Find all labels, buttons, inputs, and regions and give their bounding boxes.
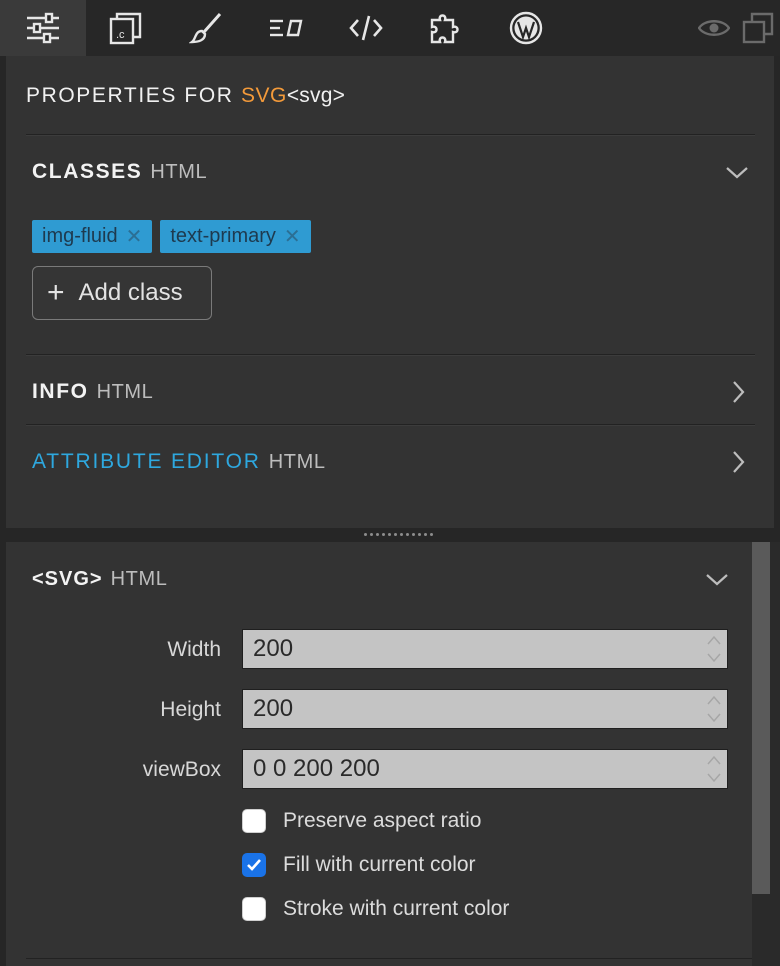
viewbox-label: viewBox [142, 758, 221, 781]
preserve-aspect-ratio-option[interactable]: Preserve aspect ratio [242, 809, 481, 833]
plus-icon: + [47, 276, 65, 309]
chevron-right-icon[interactable] [725, 449, 751, 475]
chevron-down-icon[interactable] [704, 566, 730, 592]
grip-dots-icon [364, 533, 433, 536]
classes-subtitle: HTML [150, 161, 208, 183]
add-class-label: Add class [78, 279, 183, 306]
class-tag-label: img-fluid [42, 225, 118, 247]
svg-text:.c: .c [116, 29, 125, 41]
checkmark-icon [247, 859, 261, 871]
checkbox-label: Preserve aspect ratio [283, 809, 482, 832]
divider [26, 424, 755, 426]
width-field[interactable] [242, 629, 728, 669]
chevron-right-icon[interactable] [725, 379, 751, 405]
classes-section-header[interactable]: CLASSES HTML [32, 160, 207, 184]
remove-tag-icon[interactable]: ✕ [284, 224, 301, 249]
checkbox-label: Fill with current color [283, 853, 476, 876]
attribute-editor-subtitle: HTML [268, 451, 326, 473]
panel-frame-right [774, 56, 780, 528]
divider [26, 354, 755, 356]
remove-tag-icon[interactable]: ✕ [126, 224, 143, 249]
viewbox-input[interactable] [243, 750, 683, 788]
attribute-editor-title: ATTRIBUTE EDITOR [32, 450, 261, 473]
svg-section-title: <SVG> [32, 568, 103, 590]
scrollbar-thumb[interactable] [752, 542, 770, 894]
class-tag-label: text-primary [170, 225, 276, 247]
element-name: SVG [240, 84, 287, 107]
add-class-button[interactable]: + Add class [32, 266, 212, 320]
code-icon[interactable] [326, 0, 406, 56]
class-tag-list: img-fluid ✕ text-primary ✕ [32, 220, 311, 253]
properties-panel: .c PROPERTIES FOR SVG<svg> CLASSES HTML … [0, 0, 780, 966]
stroke-current-color-checkbox[interactable] [242, 897, 266, 921]
info-section-header[interactable]: INFO HTML [32, 380, 153, 404]
height-field[interactable] [242, 689, 728, 729]
preserve-aspect-ratio-checkbox[interactable] [242, 809, 266, 833]
number-stepper-icon[interactable] [705, 692, 723, 726]
class-tag: text-primary ✕ [160, 220, 311, 253]
text-format-icon[interactable] [246, 0, 326, 56]
duplicate-icon[interactable] [736, 0, 780, 56]
info-title: INFO [32, 380, 89, 403]
paintbrush-icon[interactable] [166, 0, 246, 56]
title-prefix: PROPERTIES FOR [26, 84, 234, 107]
stroke-current-color-option[interactable]: Stroke with current color [242, 897, 509, 921]
height-label: Height [160, 698, 221, 721]
divider [26, 134, 755, 136]
toolbar: .c [0, 0, 780, 56]
svg-section-header[interactable]: <SVG> HTML [32, 568, 167, 591]
chevron-down-icon[interactable] [724, 159, 750, 185]
panel-resize-handle[interactable] [0, 528, 780, 542]
class-tag: img-fluid ✕ [32, 220, 153, 253]
element-tag: <svg> [286, 84, 346, 107]
attribute-editor-section-header[interactable]: ATTRIBUTE EDITOR HTML [32, 450, 326, 474]
number-stepper-icon[interactable] [705, 752, 723, 786]
svg-section-subtitle: HTML [110, 568, 168, 590]
viewbox-field[interactable] [242, 749, 728, 789]
fill-current-color-option[interactable]: Fill with current color [242, 853, 476, 877]
width-label: Width [167, 638, 221, 661]
divider [26, 958, 752, 959]
width-input[interactable] [243, 630, 683, 668]
toolbar-right [692, 0, 780, 56]
height-input[interactable] [243, 690, 683, 728]
puzzle-icon[interactable] [406, 0, 486, 56]
sliders-icon[interactable] [0, 0, 86, 56]
classes-title: CLASSES [32, 160, 143, 183]
css-file-icon[interactable]: .c [86, 0, 166, 56]
number-stepper-icon[interactable] [705, 632, 723, 666]
wordpress-icon[interactable] [486, 0, 566, 56]
fill-current-color-checkbox[interactable] [242, 853, 266, 877]
info-subtitle: HTML [96, 381, 154, 403]
scrollbar[interactable] [752, 542, 780, 966]
page-title: PROPERTIES FOR SVG<svg> [26, 84, 345, 108]
checkbox-label: Stroke with current color [283, 897, 510, 920]
eye-icon[interactable] [692, 0, 736, 56]
